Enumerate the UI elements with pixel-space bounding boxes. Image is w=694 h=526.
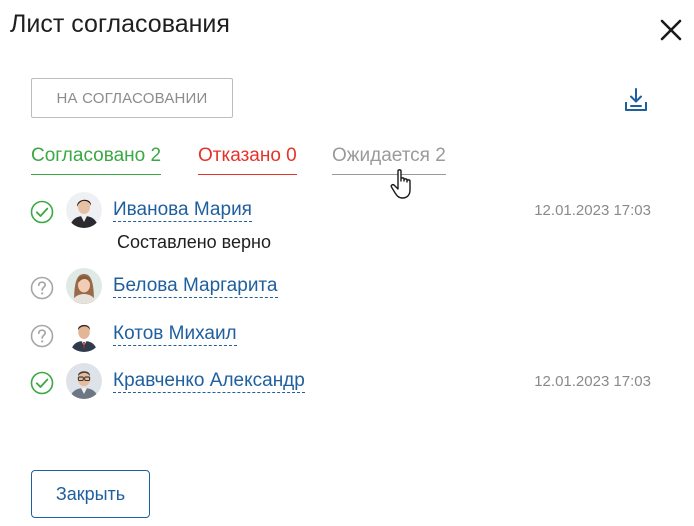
avatar [66, 268, 102, 304]
status-badge: НА СОГЛАСОВАНИИ [31, 78, 233, 118]
approver-row: Кравченко Александр 12.01.2023 17:03 [0, 361, 694, 401]
close-icon[interactable] [656, 15, 686, 45]
check-circle-icon [30, 200, 54, 224]
approver-name[interactable]: Иванова Мария [113, 199, 252, 222]
avatar [66, 363, 102, 399]
approval-date: 12.01.2023 17:03 [534, 202, 651, 219]
approver-row: Иванова Мария 12.01.2023 17:03 Составлен… [0, 190, 694, 252]
approver-name[interactable]: Котов Михаил [113, 323, 237, 346]
avatar [66, 316, 102, 352]
download-icon[interactable] [622, 86, 650, 114]
approver-row: Белова Маргарита [0, 266, 694, 306]
close-button[interactable]: Закрыть [31, 470, 150, 518]
question-circle-icon [30, 276, 54, 300]
tab-rejected[interactable]: Отказано 0 [198, 145, 297, 175]
tab-approved[interactable]: Согласовано 2 [31, 145, 162, 175]
approver-name[interactable]: Белова Маргарита [113, 275, 278, 298]
check-circle-icon [30, 371, 54, 395]
question-circle-icon [30, 324, 54, 348]
approval-comment: Составлено верно [117, 232, 272, 252]
approval-date: 12.01.2023 17:03 [534, 373, 651, 390]
tab-pending[interactable]: Ожидается 2 [332, 145, 446, 175]
dialog-title: Лист согласования [10, 10, 230, 38]
approver-name[interactable]: Кравченко Александр [113, 370, 305, 393]
avatar [66, 192, 102, 228]
approver-row: Котов Михаил [0, 314, 694, 354]
